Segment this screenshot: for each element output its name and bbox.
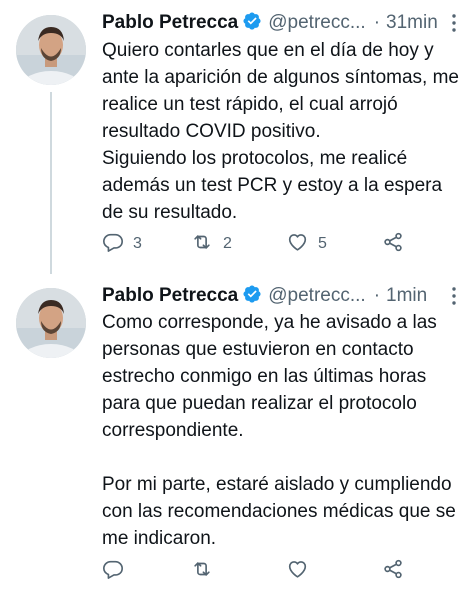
reply-icon [102,231,124,258]
action-bar: 3 2 5 [102,229,422,259]
author-handle[interactable]: @petrecc... [268,12,365,33]
separator-dot: · [373,285,381,306]
tweet-header: Pablo Petrecca @petrecc... · 1min [102,283,466,309]
reply-icon [102,558,124,585]
author-name[interactable]: Pablo Petrecca [102,12,238,33]
timestamp[interactable]: 31min [386,12,438,33]
retweet-button[interactable] [190,556,223,586]
avatar[interactable] [16,15,86,85]
avatar[interactable] [16,288,86,358]
share-button[interactable] [382,229,404,259]
tweet[interactable]: Pablo Petrecca @petrecc... · 1min Como corr… [0,270,476,600]
timestamp[interactable]: 1min [386,285,427,306]
verified-badge-icon [242,11,262,39]
retweet-button[interactable]: 2 [190,229,232,259]
retweet-icon [190,231,214,258]
reply-button[interactable] [102,556,133,586]
verified-badge-icon [242,284,262,312]
tweet-text: Como corresponde, ya he avisado a las pe… [102,312,456,549]
author-name[interactable]: Pablo Petrecca [102,285,238,306]
profile-photo-icon [16,15,86,85]
more-options-icon[interactable] [444,283,464,309]
action-bar [102,556,422,586]
reply-count: 3 [133,235,142,252]
like-count: 5 [318,235,327,252]
author-handle[interactable]: @petrecc... [268,285,365,306]
tweet-text: Quiero contarles que en el día de hoy y … [102,40,459,223]
tweet-header: Pablo Petrecca @petrecc... · 31min [102,10,466,36]
like-button[interactable] [286,556,318,586]
share-icon [382,231,404,258]
share-button[interactable] [382,556,404,586]
thread-line [50,92,52,274]
heart-icon [286,558,309,585]
share-icon [382,558,404,585]
separator-dot: · [373,12,381,33]
tweet[interactable]: Pablo Petrecca @petrecc... · 31min Quiero c… [0,0,476,274]
reply-button[interactable]: 3 [102,229,142,259]
retweet-icon [190,558,214,585]
heart-icon [286,231,309,258]
more-options-icon[interactable] [444,10,464,36]
like-button[interactable]: 5 [286,229,327,259]
retweet-count: 2 [223,235,232,252]
profile-photo-icon [16,288,86,358]
